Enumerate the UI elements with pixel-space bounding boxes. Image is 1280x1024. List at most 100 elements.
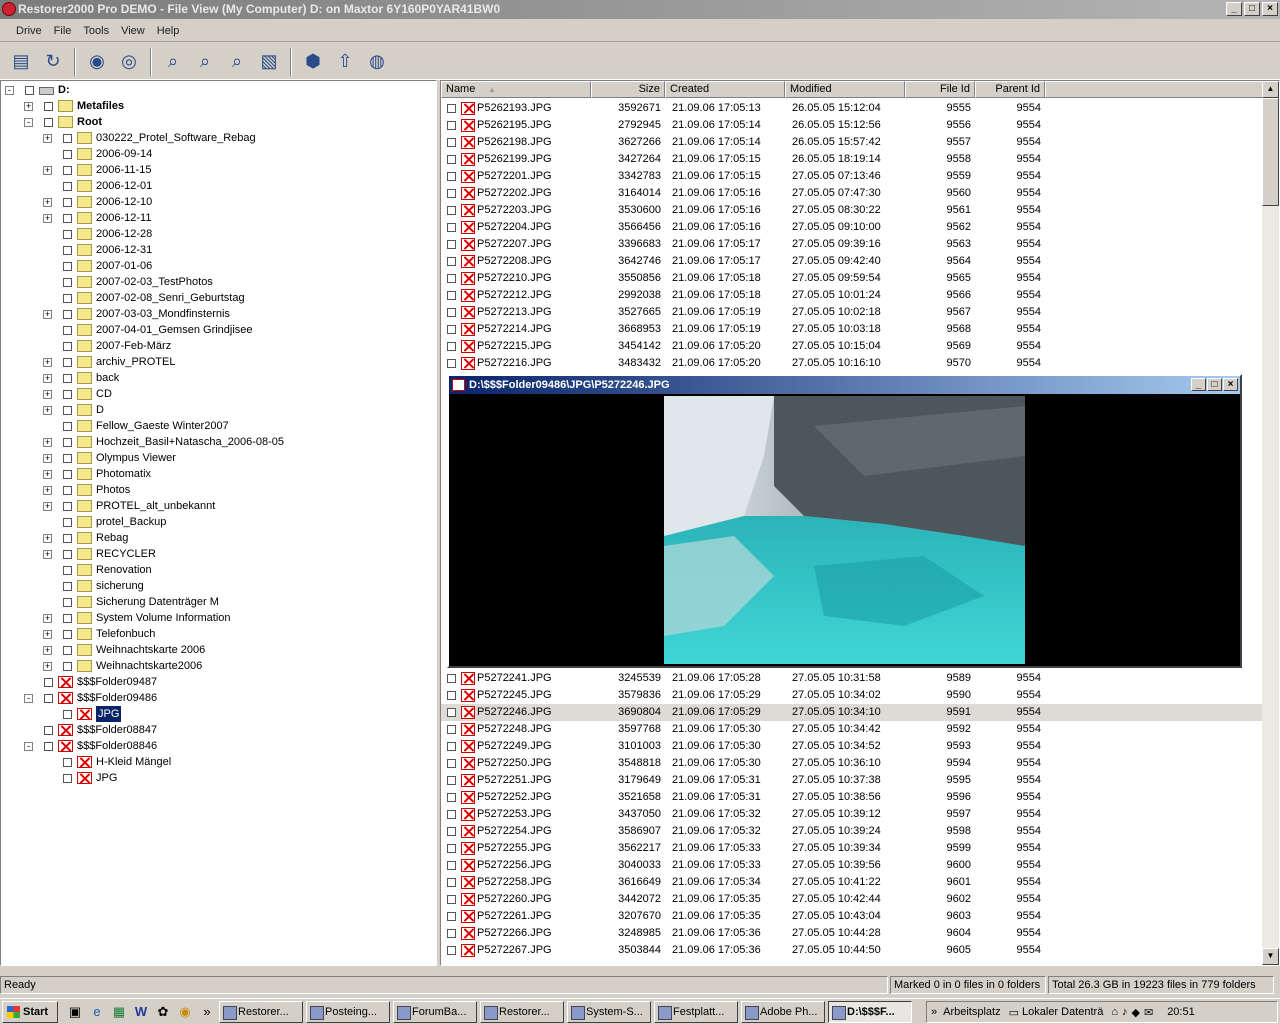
expand-icon[interactable]: + (43, 198, 52, 207)
row-checkbox[interactable] (447, 189, 456, 198)
tree-checkbox[interactable] (44, 742, 53, 751)
table-row[interactable]: P5272202.JPG 3164014 21.09.06 17:05:16 27.0… (441, 185, 1263, 202)
expand-icon[interactable]: + (43, 646, 52, 655)
row-checkbox[interactable] (447, 742, 456, 751)
menu-file[interactable]: File (48, 25, 78, 37)
settings-icon[interactable]: ✿ (154, 1003, 172, 1021)
ie-icon[interactable]: e (88, 1003, 106, 1021)
row-checkbox[interactable] (447, 674, 456, 683)
table-row[interactable]: P5272203.JPG 3530600 21.09.06 17:05:16 27.0… (441, 202, 1263, 219)
tree-checkbox[interactable] (63, 646, 72, 655)
table-row[interactable]: P5272249.JPG 3101003 21.09.06 17:05:30 27.0… (441, 738, 1263, 755)
taskbar-task[interactable]: Adobe Ph... (741, 1000, 825, 1023)
tree-checkbox[interactable] (25, 86, 34, 95)
scroll-up-button[interactable]: ▲ (1262, 81, 1279, 98)
row-checkbox[interactable] (447, 325, 456, 334)
tree-checkbox[interactable] (63, 422, 72, 431)
tree-node[interactable]: + Rebag (1, 530, 431, 546)
tree-checkbox[interactable] (63, 310, 72, 319)
table-row[interactable]: P5262195.JPG 2792945 21.09.06 17:05:14 26.0… (441, 117, 1263, 134)
tree-node[interactable]: + archiv_PROTEL (1, 354, 431, 370)
tree-checkbox[interactable] (63, 182, 72, 191)
row-checkbox[interactable] (447, 257, 456, 266)
excel-icon[interactable]: ▦ (110, 1003, 128, 1021)
table-row[interactable]: P5272256.JPG 3040033 21.09.06 17:05:33 27.0… (441, 857, 1263, 874)
table-row[interactable]: P5272254.JPG 3586907 21.09.06 17:05:32 27.0… (441, 823, 1263, 840)
tree-node[interactable]: +2007-03-03_Mondfinsternis (1, 306, 431, 322)
expand-icon[interactable]: + (24, 102, 33, 111)
tree-node[interactable]: Sicherung Datenträger M (1, 594, 431, 610)
tree-node[interactable]: - D: (1, 82, 431, 98)
preview-close-button[interactable]: × (1223, 378, 1238, 391)
column-file-id[interactable]: File Id (905, 81, 975, 98)
quicklaunch-more-icon[interactable]: » (198, 1003, 216, 1021)
tree-checkbox[interactable] (44, 118, 53, 127)
tree-checkbox[interactable] (63, 406, 72, 415)
tree-checkbox[interactable] (63, 358, 72, 367)
tree-node[interactable]: 2006-12-28 (1, 226, 431, 242)
row-checkbox[interactable] (447, 240, 456, 249)
taskbar-task[interactable]: Posteing... (306, 1000, 390, 1023)
table-row[interactable]: P5272213.JPG 3527665 21.09.06 17:05:19 27.0… (441, 304, 1263, 321)
tree-checkbox[interactable] (44, 694, 53, 703)
row-checkbox[interactable] (447, 810, 456, 819)
table-row[interactable]: P5272214.JPG 3668953 21.09.06 17:05:19 27.0… (441, 321, 1263, 338)
find-prev-button[interactable]: ⌕ (222, 47, 252, 77)
tree-checkbox[interactable] (63, 390, 72, 399)
row-checkbox[interactable] (447, 725, 456, 734)
expand-icon[interactable]: + (43, 662, 52, 671)
table-row[interactable]: P5272266.JPG 3248985 21.09.06 17:05:36 27.0… (441, 925, 1263, 942)
row-checkbox[interactable] (447, 138, 456, 147)
table-row[interactable]: P5272215.JPG 3454142 21.09.06 17:05:20 27.0… (441, 338, 1263, 355)
expand-icon[interactable]: + (43, 358, 52, 367)
tree-node[interactable]: + RECYCLER (1, 546, 431, 562)
tree-node[interactable]: + Olympus Viewer (1, 450, 431, 466)
tree-node[interactable]: - $$$Folder09486 (1, 690, 431, 706)
tree-node[interactable]: JPG (1, 706, 431, 722)
column-name[interactable]: Name ▲ (441, 81, 591, 98)
search-button[interactable]: ⌕ (158, 47, 188, 77)
tree-checkbox[interactable] (44, 678, 53, 687)
expand-icon[interactable]: + (43, 630, 52, 639)
tree-checkbox[interactable] (63, 470, 72, 479)
row-checkbox[interactable] (447, 155, 456, 164)
tree-checkbox[interactable] (63, 278, 72, 287)
mail-icon[interactable]: ✉ (1144, 1006, 1153, 1019)
taskbar-task[interactable]: Restorer... (219, 1000, 303, 1023)
tree-node[interactable]: $$$Folder08847 (1, 722, 431, 738)
table-row[interactable]: P5272208.JPG 3642746 21.09.06 17:05:17 27.0… (441, 253, 1263, 270)
tree-node[interactable]: 2007-02-03_TestPhotos (1, 274, 431, 290)
list-scrollbar[interactable]: ▲ ▼ (1262, 81, 1279, 965)
table-row[interactable]: P5272252.JPG 3521658 21.09.06 17:05:31 27.0… (441, 789, 1263, 806)
expand-icon[interactable]: + (43, 486, 52, 495)
tree-node[interactable]: + CD (1, 386, 431, 402)
table-row[interactable]: P5272241.JPG 3245539 21.09.06 17:05:28 27.0… (441, 670, 1263, 687)
tree-node[interactable]: + Metafiles (1, 98, 431, 114)
table-row[interactable]: P5262199.JPG 3427264 21.09.06 17:05:15 26.0… (441, 151, 1263, 168)
tree-node[interactable]: $$$Folder09487 (1, 674, 431, 690)
row-checkbox[interactable] (447, 104, 456, 113)
tree-checkbox[interactable] (63, 342, 72, 351)
expand-icon[interactable]: + (43, 470, 52, 479)
table-row[interactable]: P5272250.JPG 3548818 21.09.06 17:05:30 27.0… (441, 755, 1263, 772)
row-checkbox[interactable] (447, 708, 456, 717)
tree-checkbox[interactable] (63, 582, 72, 591)
taskbar-task[interactable]: ForumBa... (393, 1000, 477, 1023)
taskbar-task[interactable]: D:\$$$F... (828, 1000, 912, 1023)
stop-button[interactable]: ◎ (114, 47, 144, 77)
tree-checkbox[interactable] (63, 710, 72, 719)
row-checkbox[interactable] (447, 878, 456, 887)
tree-checkbox[interactable] (63, 550, 72, 559)
table-row[interactable]: P5262198.JPG 3627266 21.09.06 17:05:14 26.0… (441, 134, 1263, 151)
expand-icon[interactable]: + (43, 438, 52, 447)
table-row[interactable]: P5272267.JPG 3503844 21.09.06 17:05:36 27.0… (441, 942, 1263, 959)
tree-node[interactable]: +030222_Protel_Software_Rebag (1, 130, 431, 146)
tree-checkbox[interactable] (63, 214, 72, 223)
tree-node[interactable]: 2006-09-14 (1, 146, 431, 162)
tree-checkbox[interactable] (63, 230, 72, 239)
table-row[interactable]: P5272210.JPG 3550856 21.09.06 17:05:18 27.0… (441, 270, 1263, 287)
tree-checkbox[interactable] (63, 454, 72, 463)
table-row[interactable]: P5262193.JPG 3592671 21.09.06 17:05:13 26.0… (441, 100, 1263, 117)
network-icon[interactable]: ⌂ (1111, 1006, 1118, 1018)
row-checkbox[interactable] (447, 359, 456, 368)
